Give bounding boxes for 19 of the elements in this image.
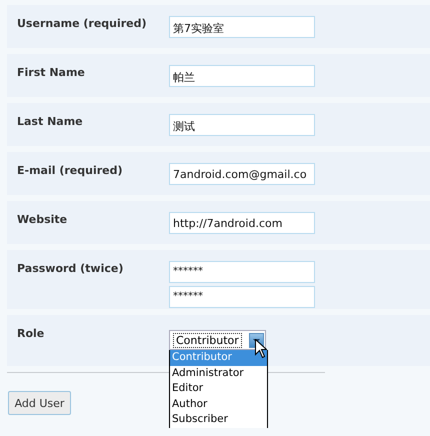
- input-field[interactable]: http://7android.com: [169, 212, 315, 234]
- dropdown-option[interactable]: Editor: [170, 381, 267, 396]
- field-label: Password (twice): [17, 261, 124, 277]
- field-label: Last Name: [17, 114, 84, 130]
- dropdown-option[interactable]: Administrator: [170, 366, 267, 381]
- add-user-button[interactable]: Add User: [8, 391, 71, 415]
- field-label: E-mail (required): [17, 163, 124, 179]
- input-field[interactable]: 第7实验室: [169, 16, 315, 38]
- field-label: Username (required): [17, 16, 148, 32]
- input-field[interactable]: ******: [169, 261, 315, 283]
- input-field[interactable]: 测试: [169, 114, 315, 136]
- input-field[interactable]: 帕兰: [169, 65, 315, 87]
- dropdown-option[interactable]: Author: [170, 396, 267, 412]
- dropdown-option[interactable]: Subscriber: [170, 412, 267, 428]
- input-field[interactable]: ******: [169, 286, 315, 308]
- field-label: Website: [17, 212, 68, 228]
- field-label: Role: [17, 326, 46, 342]
- field-label: First Name: [17, 65, 86, 81]
- input-field[interactable]: 7android.com@gmail.co: [169, 163, 315, 185]
